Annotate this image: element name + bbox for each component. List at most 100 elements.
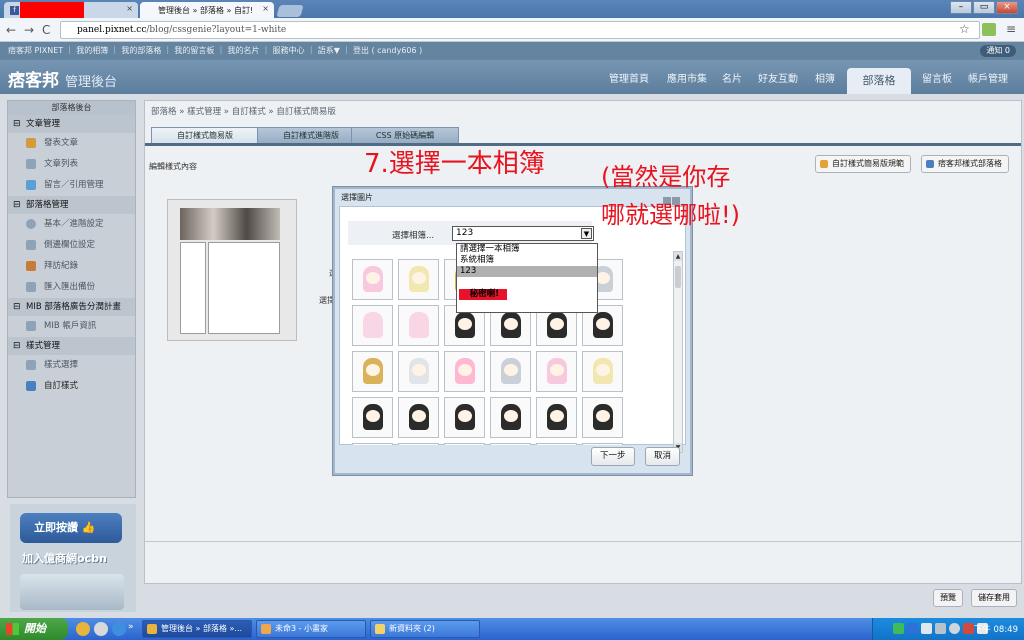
browser-tab-panel[interactable]: 管理後台 » 部落格 » 自訂! ×: [140, 2, 274, 18]
image-thumbnail[interactable]: [490, 397, 531, 438]
topnav-market[interactable]: 應用市集: [667, 70, 707, 85]
start-button[interactable]: 開始: [0, 618, 68, 640]
image-thumbnail[interactable]: [352, 443, 393, 445]
next-button[interactable]: 下一步: [591, 447, 635, 466]
topnav-guestbook[interactable]: 留言板: [922, 70, 952, 85]
sidebar-section-blog[interactable]: 部落格管理: [8, 196, 135, 214]
image-thumbnail[interactable]: [490, 351, 531, 392]
sidebar-item-comments[interactable]: 留言／引用管理: [8, 175, 135, 196]
image-thumbnail[interactable]: [352, 351, 393, 392]
topnav-album[interactable]: 相簿: [815, 70, 835, 85]
sidebar-item-post-list[interactable]: 文章列表: [8, 154, 135, 175]
maximize-button[interactable]: ▭: [973, 1, 995, 14]
sidebar-section-mib[interactable]: MIB 部落格廣告分潤計畫: [8, 298, 135, 316]
sidebar-item-custom-style[interactable]: 自訂樣式: [8, 376, 135, 397]
promo-banner[interactable]: 立即按讚 👍 加入億商網ocbn: [10, 504, 136, 612]
grid-scrollbar[interactable]: ▲ ▼: [673, 251, 683, 453]
like-button[interactable]: 立即按讚 👍: [20, 513, 122, 543]
tab-close-button[interactable]: ×: [126, 4, 133, 13]
quicklaunch-overflow[interactable]: »: [128, 622, 134, 632]
image-thumbnail[interactable]: [352, 397, 393, 438]
tab-simple[interactable]: 自訂樣式簡易版: [151, 127, 259, 143]
topnav-friends[interactable]: 好友互動: [758, 70, 798, 85]
image-thumbnail[interactable]: [444, 443, 485, 445]
forward-icon[interactable]: →: [24, 23, 34, 37]
image-thumbnail[interactable]: [352, 259, 393, 300]
image-thumbnail[interactable]: [582, 397, 623, 438]
pixnet-logo[interactable]: 痞客邦 管理後台: [8, 66, 117, 91]
browser-icon[interactable]: [94, 622, 108, 636]
sidebar-item-new-post[interactable]: 發表文章: [8, 133, 135, 154]
sidebar-item-settings[interactable]: 基本／進階設定: [8, 214, 135, 235]
tray-security-icon[interactable]: [963, 623, 974, 634]
image-thumbnail[interactable]: [398, 443, 439, 445]
image-thumbnail[interactable]: [398, 397, 439, 438]
image-thumbnail[interactable]: [490, 443, 531, 445]
dropdown-option[interactable]: 請選擇一本相簿: [457, 244, 597, 255]
style-blog-button[interactable]: 痞客邦樣式部落格: [921, 155, 1009, 173]
star-icon[interactable]: ☆: [959, 22, 970, 36]
topbar-link-service[interactable]: 服務中心: [273, 46, 305, 55]
preview-button[interactable]: 預覽: [933, 589, 963, 607]
new-tab-button[interactable]: [276, 5, 304, 17]
chrome-icon[interactable]: [76, 622, 90, 636]
sidebar-section-style[interactable]: 樣式管理: [8, 337, 135, 355]
tab-css-source[interactable]: CSS 原始碼編輯: [351, 127, 459, 143]
image-thumbnail[interactable]: [582, 351, 623, 392]
dropdown-option-selected[interactable]: 123: [457, 266, 597, 277]
reload-icon[interactable]: C: [42, 23, 50, 37]
save-apply-button[interactable]: 儲存套用: [971, 589, 1017, 607]
image-thumbnail[interactable]: [444, 351, 485, 392]
image-thumbnail[interactable]: [352, 305, 393, 346]
topbar-link-language[interactable]: 語系▼: [318, 46, 340, 55]
tray-help-icon[interactable]: [949, 623, 960, 634]
input-method-icon[interactable]: [907, 623, 918, 634]
task-paint[interactable]: 未命3 - 小畫家: [256, 620, 366, 638]
tab-close-button[interactable]: ×: [262, 4, 269, 13]
tray-doc-icon[interactable]: [921, 623, 932, 634]
chrome-menu-icon[interactable]: ≡: [1006, 22, 1016, 36]
sidebar-section-articles[interactable]: 文章管理: [8, 115, 135, 133]
topbar-link-album[interactable]: 我的相簿: [76, 46, 108, 55]
topnav-card[interactable]: 名片: [722, 70, 742, 85]
topnav-account[interactable]: 帳戶管理: [968, 70, 1008, 85]
topbar-link-pixnet[interactable]: 痞客邦 PIXNET: [8, 46, 63, 55]
topbar-link-card[interactable]: 我的名片: [228, 46, 260, 55]
topnav-home[interactable]: 管理首頁: [609, 70, 649, 85]
tray-app-icon[interactable]: [893, 623, 904, 634]
extension-icon[interactable]: [982, 23, 996, 36]
topbar-link-blog[interactable]: 我的部落格: [121, 46, 161, 55]
dropdown-option[interactable]: 系統相簿: [457, 255, 597, 266]
scroll-up-icon[interactable]: ▲: [674, 252, 682, 261]
sidebar-item-backup[interactable]: 匯入匯出備份: [8, 277, 135, 298]
back-icon[interactable]: ←: [6, 23, 16, 37]
notification-badge[interactable]: 通知 0: [980, 45, 1016, 57]
task-chrome[interactable]: 管理後台 » 部落格 »...: [142, 620, 252, 638]
url-input[interactable]: panel.pixnet.cc/blog/cssgenie?layout=1-w…: [60, 21, 980, 39]
sidebar-item-sidebar-settings[interactable]: 側邊欄位設定: [8, 235, 135, 256]
image-thumbnail[interactable]: [536, 351, 577, 392]
layout-preview[interactable]: [167, 199, 297, 341]
cancel-button[interactable]: 取消: [645, 447, 681, 466]
image-thumbnail[interactable]: [536, 443, 577, 445]
close-window-button[interactable]: ×: [996, 1, 1018, 14]
simple-rules-button[interactable]: 自訂樣式簡易版規範: [815, 155, 911, 173]
tab-advanced[interactable]: 自訂樣式進階版: [257, 127, 365, 143]
image-thumbnail[interactable]: [398, 259, 439, 300]
sidebar-item-mib-account[interactable]: MIB 帳戶資訊: [8, 316, 135, 337]
image-thumbnail[interactable]: [582, 443, 623, 445]
chevron-down-icon[interactable]: ▼: [581, 228, 592, 239]
topnav-blog[interactable]: 部落格: [847, 68, 911, 94]
image-thumbnail[interactable]: [536, 397, 577, 438]
topbar-link-logout[interactable]: 登出 ( candy606 ): [353, 46, 422, 55]
minimize-button[interactable]: –: [950, 1, 972, 14]
image-thumbnail[interactable]: [444, 397, 485, 438]
image-thumbnail[interactable]: [398, 351, 439, 392]
task-folder[interactable]: 新資料夾 (2): [370, 620, 480, 638]
album-select[interactable]: 123 ▼: [452, 226, 594, 241]
sidebar-item-style-select[interactable]: 樣式選擇: [8, 355, 135, 376]
ie-icon[interactable]: [112, 622, 126, 636]
sidebar-item-visits[interactable]: 拜訪紀錄: [8, 256, 135, 277]
topbar-link-guestbook[interactable]: 我的留言板: [174, 46, 214, 55]
scroll-thumb[interactable]: [675, 266, 681, 288]
